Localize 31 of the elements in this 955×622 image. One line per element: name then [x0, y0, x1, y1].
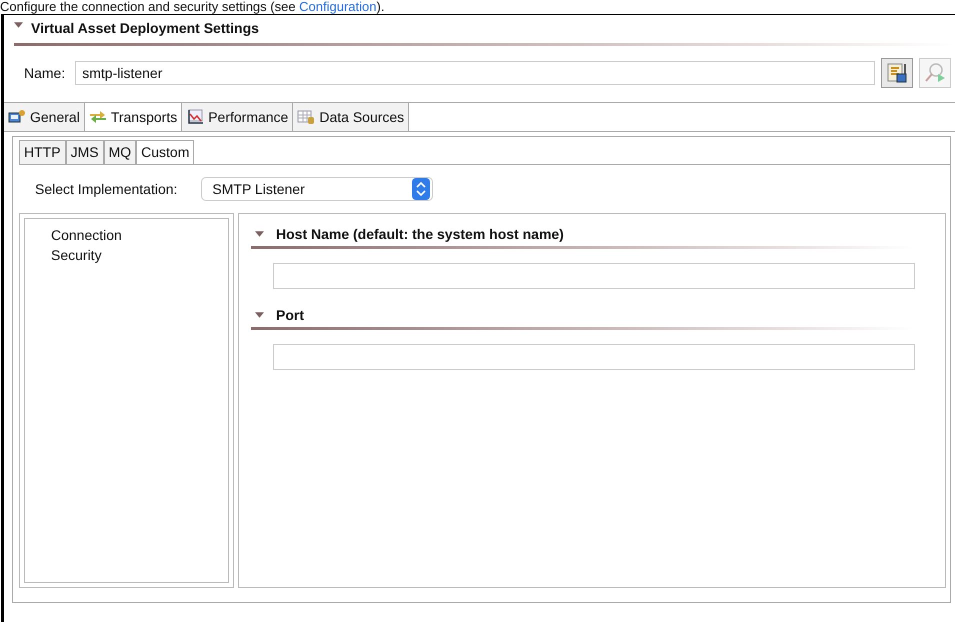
computer-gear-icon	[8, 109, 26, 125]
table-icon	[297, 109, 316, 125]
tab[interactable]: Performance	[182, 103, 294, 131]
tab[interactable]: Custom	[136, 140, 194, 164]
collapse-icon[interactable]	[255, 231, 264, 237]
name-field[interactable]: smtp-listener	[75, 61, 875, 85]
document-icon	[886, 62, 908, 84]
tab[interactable]: HTTP	[19, 140, 66, 164]
section-title: Host Name (default: the system host name)	[276, 226, 564, 242]
chart-icon	[186, 109, 204, 125]
input-field[interactable]	[273, 344, 915, 370]
section-title: Port	[276, 307, 304, 323]
section-title: Virtual Asset Deployment Settings	[31, 20, 259, 36]
collapse-icon[interactable]	[255, 312, 264, 318]
configure-button[interactable]	[881, 58, 913, 88]
tab[interactable]: Data Sources	[293, 103, 410, 131]
search-icon	[924, 62, 946, 84]
implementation-select[interactable]: SMTP Listener	[201, 177, 434, 201]
nav-item[interactable]: Connection	[51, 225, 228, 245]
implementation-label: Select Implementation:	[35, 181, 178, 197]
stepper-icon	[412, 178, 430, 200]
configuration-link[interactable]: Configuration	[299, 0, 376, 14]
tab[interactable]: MQ	[104, 140, 136, 164]
name-label: Name:	[24, 65, 66, 81]
tab[interactable]: General	[4, 103, 85, 131]
tab[interactable]: JMS	[66, 140, 104, 164]
collapse-icon[interactable]	[14, 22, 23, 28]
nav-item[interactable]: Security	[51, 245, 228, 265]
input-field[interactable]	[273, 263, 915, 289]
arrows-icon	[88, 109, 107, 125]
intro-text: Configure the connection and security settings (see Configuration).	[0, 0, 386, 14]
